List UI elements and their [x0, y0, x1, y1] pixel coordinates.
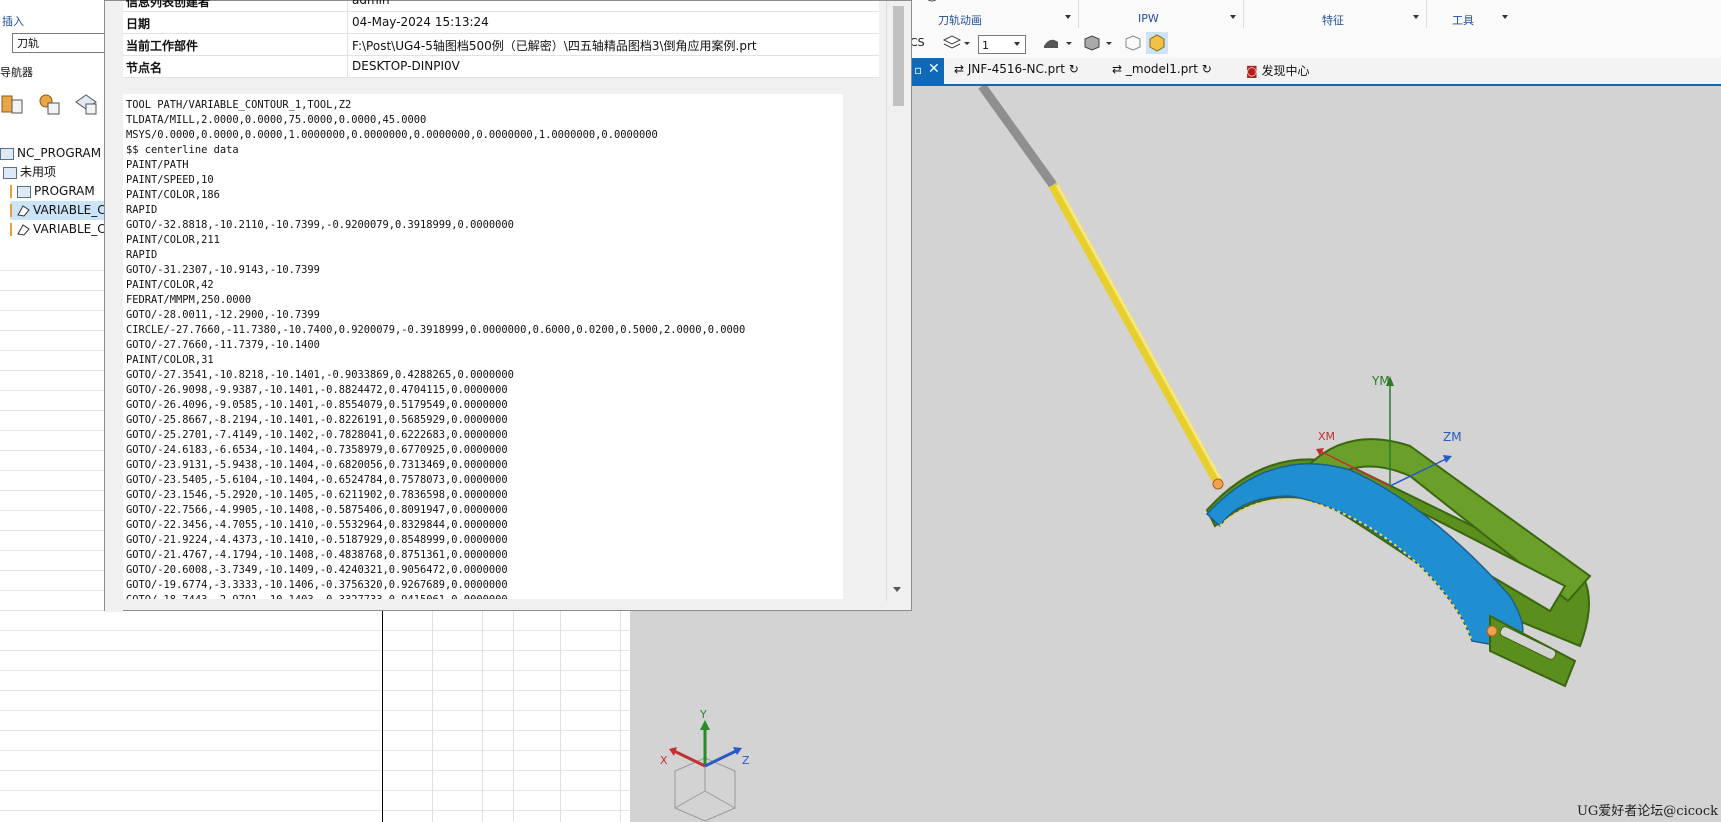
scroll-down-arrow-icon[interactable] — [893, 587, 901, 592]
info-value: admin — [352, 0, 390, 7]
info-key: 信息列表创建者 — [126, 0, 211, 9]
ribbon-group-feature[interactable]: 特征 — [1322, 12, 1344, 28]
chevron-down-icon[interactable] — [1014, 42, 1020, 46]
info-key: 当前工作部件 — [126, 39, 199, 53]
csys-label: CS — [910, 36, 925, 49]
triad-z-label: Z — [742, 754, 750, 767]
program-order-view-icon[interactable] — [0, 92, 24, 116]
info-key: 节点名 — [126, 61, 163, 75]
discovery-icon: ◙ — [1246, 64, 1262, 78]
watermark-text: UG爱好者论坛@cicock — [1576, 804, 1718, 819]
csys-ym-label: YM — [1372, 374, 1390, 388]
tab-jnf-4516[interactable]: ⇄ JNF-4516-NC.prt ↻ — [954, 62, 1079, 76]
tree-item-program[interactable]: PROGRAM — [10, 182, 95, 201]
shaded-display-icon[interactable] — [1042, 34, 1078, 52]
wireframe-icon[interactable] — [1123, 34, 1143, 52]
geometry-view-icon[interactable] — [74, 92, 98, 116]
tree-item-label: VARIABLE_C — [33, 203, 106, 217]
cutting-tool — [1048, 182, 1224, 487]
csys-zm-label: ZM — [1443, 430, 1462, 444]
chevron-down-icon[interactable] — [1065, 15, 1071, 19]
chevron-down-icon[interactable] — [1413, 15, 1419, 19]
view-cube-icon[interactable] — [1082, 34, 1118, 52]
warning-mark-icon — [10, 185, 12, 198]
tab-label: 发现中心 — [1261, 64, 1310, 78]
csys-xm-label: XM — [1318, 430, 1336, 443]
part-file-icon: ⇄ — [954, 62, 968, 76]
info-header-table: 信息列表创建者 admin 日期 04-May-2024 15:13:24 当前… — [123, 0, 879, 78]
part-file-icon: ⇄ — [1112, 62, 1126, 76]
info-row-node: 节点名 DESKTOP-DINPI0V — [123, 56, 879, 78]
tab-model1[interactable]: ⇄ _model1.prt ↻ — [1112, 62, 1212, 76]
warning-mark-icon — [10, 204, 12, 217]
folder-icon — [3, 166, 17, 179]
variable-contour-op-icon — [17, 205, 30, 217]
warning-mark-icon — [10, 223, 12, 236]
view-triad — [669, 720, 742, 822]
vertical-scrollbar[interactable] — [886, 1, 909, 601]
navigator-title: 导航器 — [0, 66, 33, 79]
chevron-down-icon[interactable] — [1230, 15, 1236, 19]
chevron-down-icon[interactable] — [1502, 15, 1508, 19]
ribbon-group-tools[interactable]: 工具 — [1452, 12, 1474, 28]
toolpath-listing-text: TOOL PATH/VARIABLE_CONTOUR_1,TOOL,Z2 TLD… — [126, 99, 746, 599]
tree-item-operation-selected[interactable]: VARIABLE_C — [10, 201, 106, 220]
part-model — [1205, 438, 1592, 688]
tab-discovery-center[interactable]: ◙ 发现中心 — [1246, 62, 1309, 79]
machine-tool-view-icon[interactable] — [37, 92, 61, 116]
ribbon-toolbar: 刀轨动画 IPW 特征 工具 CS — [910, 0, 1721, 58]
tree-item-label: 未用项 — [20, 165, 57, 179]
toolpath-listing[interactable]: TOOL PATH/VARIABLE_CONTOUR_1,TOOL,Z2 TLD… — [123, 94, 843, 599]
folder-icon — [0, 147, 14, 160]
info-row-date: 日期 04-May-2024 15:13:24 — [123, 12, 879, 34]
program-folder-icon — [17, 185, 31, 198]
tree-item-unused[interactable]: 未用项 — [3, 163, 56, 182]
info-row-work-part: 当前工作部件 F:\Post\UG4-5轴图档500例（已解密）\四五轴精品图档… — [123, 34, 879, 56]
variable-contour-op-icon — [17, 224, 30, 236]
tab-icon: ▫ — [914, 63, 923, 77]
info-value: DESKTOP-DINPI0V — [352, 59, 460, 73]
refresh-icon: ↻ — [1064, 62, 1079, 76]
ribbon-group-ipw[interactable]: IPW — [1138, 12, 1159, 25]
insert-menu-label[interactable]: 插入 — [2, 13, 24, 29]
tree-item-label: PROGRAM — [34, 184, 95, 198]
scrollbar-thumb[interactable] — [893, 6, 904, 106]
info-key: 日期 — [126, 17, 151, 31]
tree-item-nc-program[interactable]: NC_PROGRAM — [0, 144, 101, 163]
tool-holder — [978, 86, 1057, 188]
shaded-cube-icon[interactable] — [1146, 32, 1168, 54]
active-tab[interactable]: ▫ ✕ — [910, 58, 944, 84]
tab-label: _model1.prt — [1125, 62, 1198, 76]
tree-item-operation[interactable]: VARIABLE_C — [10, 220, 106, 239]
ribbon-circle-icon[interactable] — [924, 0, 940, 4]
info-value: F:\Post\UG4-5轴图档500例（已解密）\四五轴精品图档3\倒角应用案… — [352, 39, 757, 53]
triad-y-label: Y — [700, 708, 707, 721]
ribbon-group-toolpath-animation[interactable]: 刀轨动画 — [938, 12, 982, 28]
refresh-icon: ↻ — [1197, 62, 1212, 76]
info-row-creator: 信息列表创建者 admin — [123, 0, 879, 12]
layer-stack-icon[interactable] — [942, 34, 972, 52]
navigator-toolbar — [0, 92, 107, 122]
tree-item-label: VARIABLE_C — [33, 222, 106, 236]
tree-item-label: NC_PROGRAM — [17, 146, 102, 160]
tab-label: JNF-4516-NC.prt — [967, 62, 1065, 76]
information-window: 信息列表创建者 admin 日期 04-May-2024 15:13:24 当前… — [104, 0, 912, 612]
triad-x-label: X — [660, 754, 668, 767]
close-icon[interactable]: ✕ — [928, 61, 940, 77]
info-value: 04-May-2024 15:13:24 — [352, 15, 489, 29]
